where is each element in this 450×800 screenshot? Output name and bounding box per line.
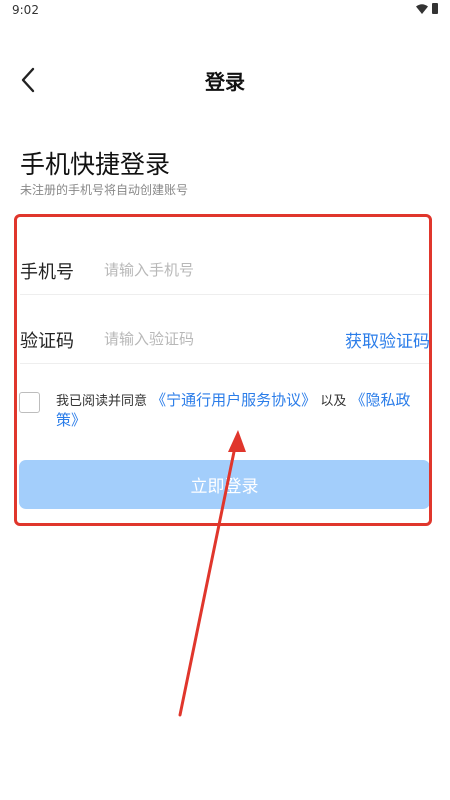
login-heading: 手机快捷登录 (20, 150, 171, 179)
page-title: 登录 (205, 70, 245, 94)
status-time: 9:02 (12, 3, 39, 17)
status-icons (416, 3, 438, 14)
wifi-icon (416, 3, 428, 14)
login-subtitle: 未注册的手机号将自动创建账号 (20, 183, 189, 197)
status-bar: 9:02 (0, 0, 450, 22)
highlight-annotation-box (14, 214, 432, 526)
battery-icon (432, 3, 438, 14)
app-bar: 登录 (0, 52, 450, 104)
